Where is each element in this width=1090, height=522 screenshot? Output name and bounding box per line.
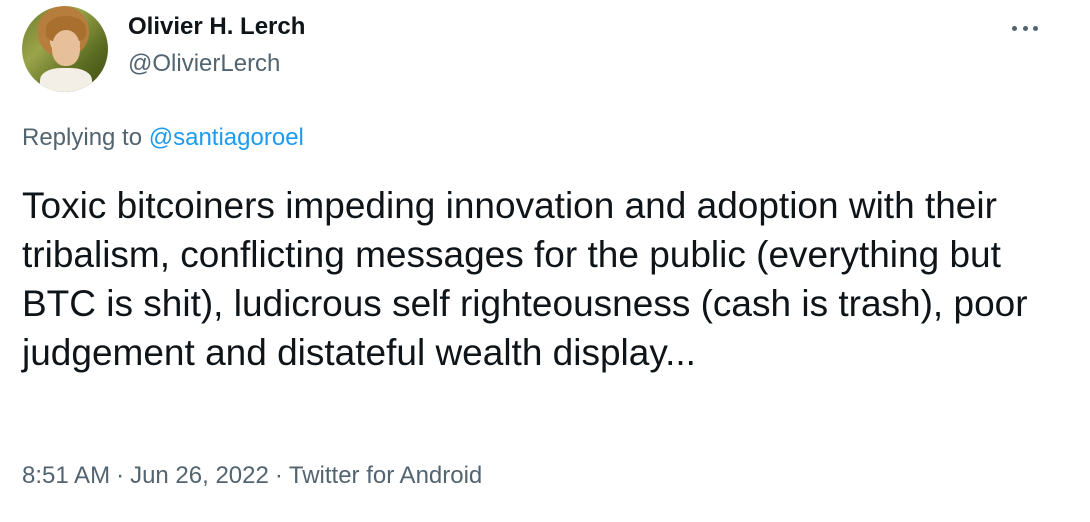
- author-handle[interactable]: @OlivierLerch: [128, 50, 280, 78]
- tweet-time[interactable]: 8:51 AM: [22, 462, 110, 489]
- more-dot: [1012, 25, 1017, 31]
- author-name[interactable]: Olivier H. Lerch: [128, 13, 305, 41]
- avatar-face: [52, 30, 80, 66]
- replying-to: Replying to @santiagoroel: [22, 124, 304, 152]
- avatar[interactable]: [22, 6, 108, 92]
- tweet-date[interactable]: Jun 26, 2022: [130, 462, 269, 489]
- tweet-source[interactable]: Twitter for Android: [289, 462, 482, 489]
- avatar-shirt: [40, 68, 92, 92]
- more-dot: [1033, 25, 1038, 31]
- meta-separator: ·: [116, 462, 125, 489]
- replying-to-label: Replying to: [22, 124, 149, 151]
- tweet-text: Toxic bitcoiners impeding innovation and…: [22, 185, 1028, 373]
- reply-mention-link[interactable]: @santiagoroel: [149, 124, 304, 151]
- tweet-meta: 8:51 AM · Jun 26, 2022 · Twitter for Android: [22, 462, 482, 490]
- meta-separator: ·: [274, 462, 283, 489]
- tweet-card: Olivier H. Lerch @OlivierLerch Replying …: [0, 0, 1090, 522]
- more-options-button[interactable]: [1008, 16, 1042, 40]
- more-dot: [1022, 25, 1028, 31]
